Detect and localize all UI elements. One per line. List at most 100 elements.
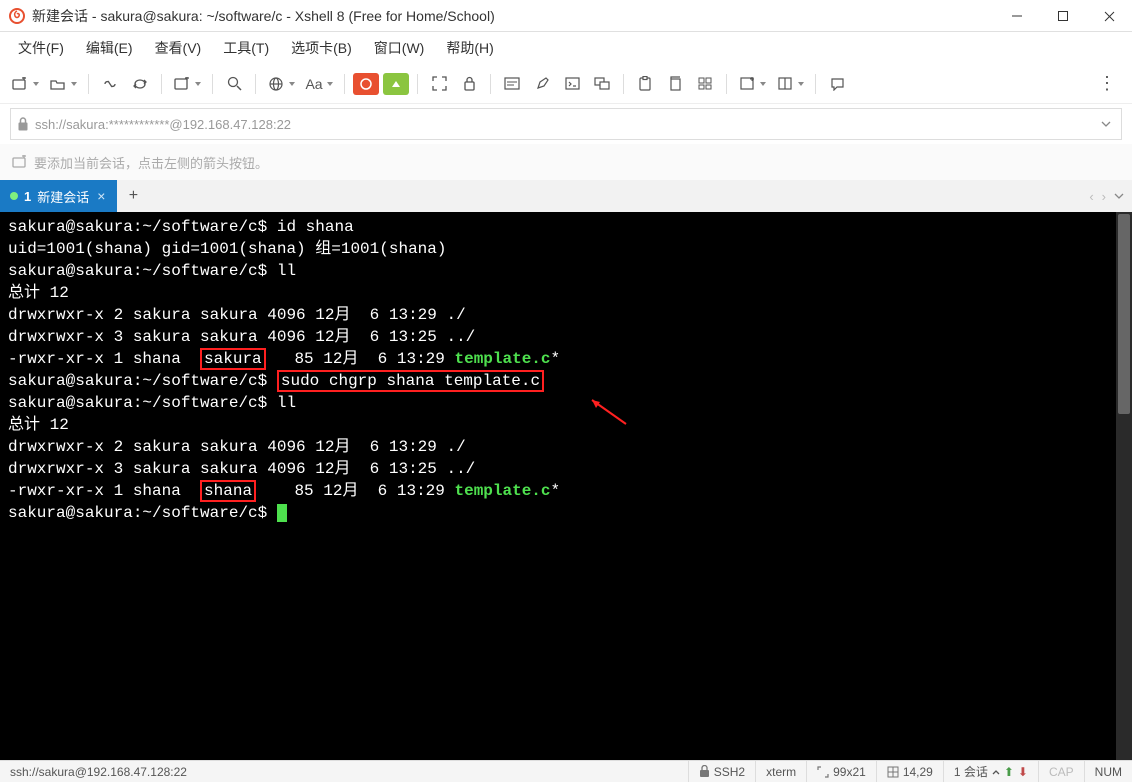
split-button[interactable] xyxy=(773,71,807,97)
open-folder-button[interactable] xyxy=(46,71,80,97)
resize-icon xyxy=(817,766,829,778)
output-seg: 85 12月 6 13:29 xyxy=(266,350,455,368)
add-session-icon[interactable] xyxy=(12,155,28,169)
output-line: drwxrwxr-x 2 sakura sakura 4096 12月 6 13… xyxy=(8,304,1124,326)
quick-cmd-button[interactable] xyxy=(559,71,585,97)
status-num: NUM xyxy=(1085,761,1132,782)
menubar: 文件(F) 编辑(E) 查看(V) 工具(T) 选项卡(B) 窗口(W) 帮助(… xyxy=(0,32,1132,64)
status-protocol: SSH2 xyxy=(689,761,756,782)
new-session-button[interactable] xyxy=(8,71,42,97)
prompt: sakura@sakura:~/software/c$ xyxy=(8,218,267,236)
address-dropdown-icon[interactable] xyxy=(1097,121,1115,127)
grid-icon xyxy=(887,766,899,778)
tab-prev-button[interactable]: ‹ xyxy=(1089,189,1093,204)
tab-label: 新建会话 xyxy=(37,187,89,206)
status-url: ssh://sakura@192.168.47.128:22 xyxy=(0,761,689,782)
xshell-icon[interactable] xyxy=(353,73,379,95)
output-line: 总计 12 xyxy=(8,282,1124,304)
tab-next-button[interactable]: › xyxy=(1102,189,1106,204)
window-controls xyxy=(994,0,1132,31)
prompt: sakura@sakura:~/software/c$ xyxy=(8,262,267,280)
vertical-scrollbar[interactable] xyxy=(1116,212,1132,760)
toolbar-overflow-button[interactable]: ⋮ xyxy=(1090,73,1124,94)
titlebar: 新建会话 - sakura@sakura: ~/software/c - Xsh… xyxy=(0,0,1132,32)
search-button[interactable] xyxy=(221,71,247,97)
tile-button[interactable] xyxy=(692,71,718,97)
chat-button[interactable] xyxy=(824,71,850,97)
add-tab-button[interactable]: + xyxy=(117,180,149,212)
window-title: 新建会话 - sakura@sakura: ~/software/c - Xsh… xyxy=(32,6,994,26)
separator xyxy=(344,74,345,94)
menu-file[interactable]: 文件(F) xyxy=(8,34,74,62)
menu-tools[interactable]: 工具(T) xyxy=(213,34,279,62)
status-sessions: 1 会话 ⬆ ⬇ xyxy=(944,761,1039,782)
tab-close-icon[interactable]: × xyxy=(95,188,107,204)
output-line: 总计 12 xyxy=(8,414,1124,436)
disconnect-button[interactable] xyxy=(97,71,123,97)
layout-button[interactable] xyxy=(735,71,769,97)
copy-button[interactable] xyxy=(662,71,688,97)
hint-bar: 要添加当前会话，点击左侧的箭头按钮。 xyxy=(0,144,1132,180)
cmd-text: id shana xyxy=(277,218,354,236)
status-cap: CAP xyxy=(1039,761,1085,782)
hint-text: 要添加当前会话，点击左侧的箭头按钮。 xyxy=(34,153,268,172)
output-line: drwxrwxr-x 2 sakura sakura 4096 12月 6 13… xyxy=(8,436,1124,458)
output-line: drwxrwxr-x 3 sakura sakura 4096 12月 6 13… xyxy=(8,458,1124,480)
output-line: uid=1001(shana) gid=1001(shana) 组=1001(s… xyxy=(8,238,1124,260)
highlight-box: sudo chgrp shana template.c xyxy=(277,370,544,392)
file-name: template.c xyxy=(454,350,550,368)
terminal[interactable]: sakura@sakura:~/software/c$ id shana uid… xyxy=(0,212,1132,760)
menu-edit[interactable]: 编辑(E) xyxy=(76,34,143,62)
address-bar[interactable]: ssh://sakura:************@192.168.47.128… xyxy=(10,108,1122,140)
encoding-button[interactable] xyxy=(264,71,298,97)
paste-button[interactable] xyxy=(632,71,658,97)
output-seg: * xyxy=(551,482,561,500)
separator xyxy=(255,74,256,94)
app-logo-icon xyxy=(8,7,26,25)
lock-icon xyxy=(699,765,710,778)
address-url: ssh://sakura:************@192.168.47.128… xyxy=(35,117,1097,132)
tab-nav: ‹ › xyxy=(1081,180,1132,212)
prompt: sakura@sakura:~/software/c$ xyxy=(8,372,267,390)
output-line: drwxrwxr-x 3 sakura sakura 4096 12月 6 13… xyxy=(8,326,1124,348)
minimize-button[interactable] xyxy=(994,0,1040,32)
tab-menu-button[interactable] xyxy=(1114,193,1124,199)
send-all-button[interactable] xyxy=(589,71,615,97)
tab-session[interactable]: 1 新建会话 × xyxy=(0,180,117,212)
scrollbar-thumb[interactable] xyxy=(1118,214,1130,414)
cmd-text: ll xyxy=(277,394,296,412)
menu-window[interactable]: 窗口(W) xyxy=(364,34,435,62)
maximize-button[interactable] xyxy=(1040,0,1086,32)
tabbar: 1 新建会话 × + ‹ › xyxy=(0,180,1132,212)
status-cursor-pos: 14,29 xyxy=(877,761,944,782)
highlight-button[interactable] xyxy=(529,71,555,97)
lock-button[interactable] xyxy=(456,71,482,97)
menu-view[interactable]: 查看(V) xyxy=(145,34,212,62)
fullscreen-button[interactable] xyxy=(426,71,452,97)
tab-status-dot xyxy=(10,192,18,200)
prompt: sakura@sakura:~/software/c$ xyxy=(8,394,267,412)
separator xyxy=(417,74,418,94)
compose-bar-button[interactable] xyxy=(499,71,525,97)
separator xyxy=(726,74,727,94)
statusbar: ssh://sakura@192.168.47.128:22 SSH2 xter… xyxy=(0,760,1132,782)
menu-help[interactable]: 帮助(H) xyxy=(436,34,503,62)
separator xyxy=(623,74,624,94)
separator xyxy=(490,74,491,94)
menu-tabs[interactable]: 选项卡(B) xyxy=(281,34,362,62)
highlight-box: shana xyxy=(200,480,256,502)
new-terminal-button[interactable] xyxy=(170,71,204,97)
output-seg: -rwxr-xr-x 1 shana xyxy=(8,482,200,500)
separator xyxy=(212,74,213,94)
lock-icon xyxy=(17,117,29,131)
font-button[interactable]: Aa xyxy=(302,71,336,97)
tab-number: 1 xyxy=(24,189,31,204)
close-button[interactable] xyxy=(1086,0,1132,32)
toolbar: Aa ⋮ xyxy=(0,64,1132,104)
xftp-icon[interactable] xyxy=(383,73,409,95)
status-size: 99x21 xyxy=(807,761,877,782)
chevron-up-icon[interactable] xyxy=(992,769,1000,775)
reconnect-button[interactable] xyxy=(127,71,153,97)
separator xyxy=(161,74,162,94)
output-seg: * xyxy=(551,350,561,368)
